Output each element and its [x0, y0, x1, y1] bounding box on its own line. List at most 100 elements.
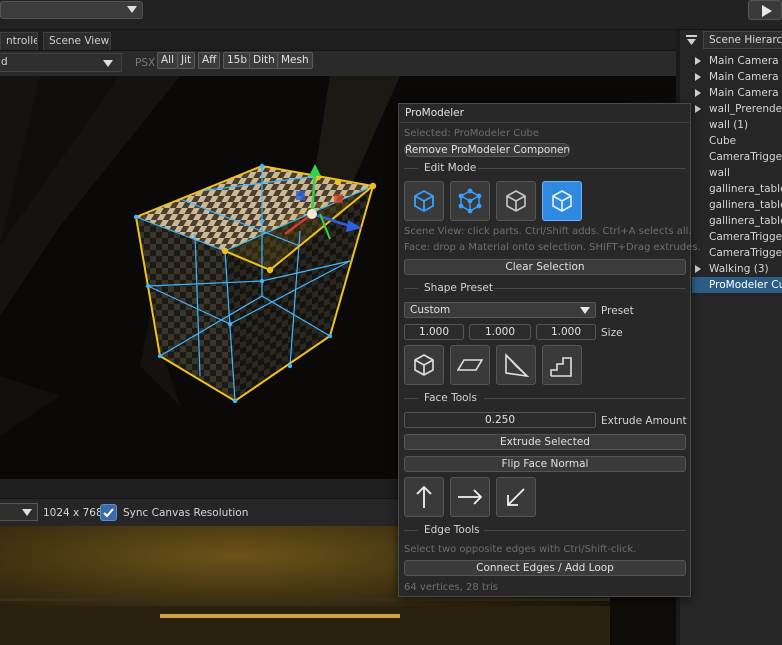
hierarchy-item-label: CameraTrigger [709, 231, 782, 243]
extrude-selected-button[interactable]: Extrude Selected [404, 434, 686, 450]
hierarchy-item[interactable]: wall [680, 165, 782, 181]
section-rule [404, 530, 418, 531]
hierarchy-item-label: CameraTrigger [709, 247, 782, 259]
hierarchy-item[interactable]: wall (1) [680, 117, 782, 133]
hierarchy-item[interactable]: Main Camera (2) [680, 85, 782, 101]
preset-label: Preset [601, 305, 634, 317]
shape-plane-button[interactable] [450, 345, 490, 385]
expand-arrow-icon[interactable] [695, 265, 701, 273]
section-rule [484, 530, 686, 531]
edit-hint-1: Scene View: click parts. Ctrl/Shift adds… [404, 226, 692, 237]
hierarchy-item-label: wall_PrerenderCube [709, 103, 782, 115]
psx-dither-button[interactable]: Dith [249, 52, 279, 69]
selected-object-label: Selected: ProModeler Cube [404, 128, 540, 139]
size-y-field[interactable]: 1.000 [469, 324, 531, 340]
psx-all-button[interactable]: All [157, 52, 179, 69]
shading-mode-value: d [1, 56, 8, 68]
psx-mesh-button[interactable]: Mesh [277, 52, 313, 69]
edge-mode-button[interactable] [496, 181, 536, 221]
expand-arrow-icon[interactable] [695, 89, 701, 97]
shape-wedge-button[interactable] [496, 345, 536, 385]
display-dropdown[interactable] [0, 503, 38, 521]
hierarchy-item-label: Main Camera (2) [709, 87, 782, 99]
hierarchy-item[interactable]: gallinera_table [680, 213, 782, 229]
tab-scene-view[interactable]: Scene View [43, 32, 111, 50]
arrow-up-icon [416, 485, 432, 508]
hierarchy-item[interactable]: gallinera_table_ [680, 197, 782, 213]
clear-selection-button[interactable]: Clear Selection [404, 259, 686, 275]
chevron-down-icon [22, 509, 32, 516]
hierarchy-item-label: wall (1) [709, 119, 749, 131]
expand-arrow-icon[interactable] [695, 105, 701, 113]
section-rule [484, 398, 686, 399]
psx-jitter-button[interactable]: Jit [177, 52, 196, 69]
edge-tools-hint: Select two opposite edges with Ctrl/Shif… [404, 544, 637, 555]
hierarchy-menu-icon[interactable] [686, 35, 697, 47]
title-divider [399, 122, 690, 123]
size-z-field[interactable]: 1.000 [536, 324, 596, 340]
shape-cube-button[interactable] [404, 345, 444, 385]
remove-component-button[interactable]: Remove ProModeler Component [404, 143, 570, 157]
shape-preset-heading: Shape Preset [424, 282, 493, 294]
psx-affine-button[interactable]: Aff [198, 52, 221, 69]
psx-label: PSX [135, 57, 156, 69]
object-mode-button[interactable] [404, 181, 444, 221]
sync-canvas-checkbox[interactable] [100, 504, 117, 521]
vertex-mode-button[interactable] [450, 181, 490, 221]
connect-edges-button[interactable]: Connect Edges / Add Loop [404, 560, 686, 576]
hierarchy-item[interactable]: wall_PrerenderCube [680, 101, 782, 117]
hierarchy-item-label: Walking (3) [709, 263, 769, 275]
stairs-icon [550, 357, 572, 377]
hierarchy-item[interactable]: Main Camera (1) [680, 69, 782, 85]
layout-dropdown[interactable] [0, 1, 143, 19]
face-mode-button[interactable] [542, 181, 582, 221]
wedge-icon [505, 353, 529, 378]
hierarchy-item-label: gallinera_table_ [709, 199, 782, 211]
expand-arrow-icon[interactable] [695, 73, 701, 81]
psx-15bit-button[interactable]: 15b [223, 52, 252, 69]
chevron-down-icon [127, 6, 137, 13]
extrude-amount-field[interactable]: 0.250 [404, 412, 596, 428]
plane-icon [457, 359, 483, 371]
shape-stairs-button[interactable] [542, 345, 582, 385]
size-label: Size [601, 327, 623, 339]
hierarchy-item[interactable]: gallinera_table_ [680, 181, 782, 197]
tab-scene-hierarchy[interactable]: Scene Hierarchy [703, 31, 782, 49]
cube-icon [414, 354, 434, 376]
direction-right-button[interactable] [450, 477, 490, 517]
shading-mode-dropdown[interactable]: d [0, 53, 122, 72]
flip-face-normal-button[interactable]: Flip Face Normal [404, 456, 686, 472]
section-rule [478, 168, 686, 169]
chevron-down-icon [580, 307, 590, 314]
play-button[interactable] [748, 0, 782, 20]
direction-up-button[interactable] [404, 477, 444, 517]
edge-icon [506, 190, 526, 212]
hierarchy-item-label: ProModeler Cube [709, 279, 782, 291]
hierarchy-item[interactable]: Cube [680, 133, 782, 149]
checkmark-icon [103, 508, 114, 518]
hierarchy-item-label: Main Camera (1) [709, 71, 782, 83]
size-x-field[interactable]: 1.000 [404, 324, 464, 340]
hierarchy-item-label: CameraTrigger [709, 151, 782, 163]
preset-value: Custom [410, 304, 451, 316]
preset-dropdown[interactable]: Custom [404, 302, 596, 318]
hierarchy-item-selected[interactable]: ProModeler Cube [692, 277, 782, 293]
panel-title: ProModeler [405, 107, 464, 119]
hierarchy-item[interactable]: CameraTrigger [680, 149, 782, 165]
tab-controller[interactable]: ntroller [0, 32, 38, 50]
hierarchy-item[interactable]: Walking (3) [680, 261, 782, 277]
resolution-label: 1024 x 768 [43, 507, 103, 519]
face-icon [552, 190, 572, 212]
vertex-icon [458, 188, 482, 214]
hierarchy-item-label: Main Camera [709, 55, 779, 67]
hierarchy-item-label: gallinera_table_ [709, 183, 782, 195]
arrow-down-left-icon [507, 488, 525, 506]
sync-canvas-label: Sync Canvas Resolution [123, 507, 249, 519]
hierarchy-item-label: wall [709, 167, 730, 179]
hierarchy-item[interactable]: Main Camera [680, 53, 782, 69]
edit-mode-heading: Edit Mode [424, 162, 477, 174]
cube-object-icon [414, 189, 434, 213]
direction-down-left-button[interactable] [496, 477, 536, 517]
expand-arrow-icon[interactable] [695, 57, 701, 65]
section-rule [404, 168, 418, 169]
